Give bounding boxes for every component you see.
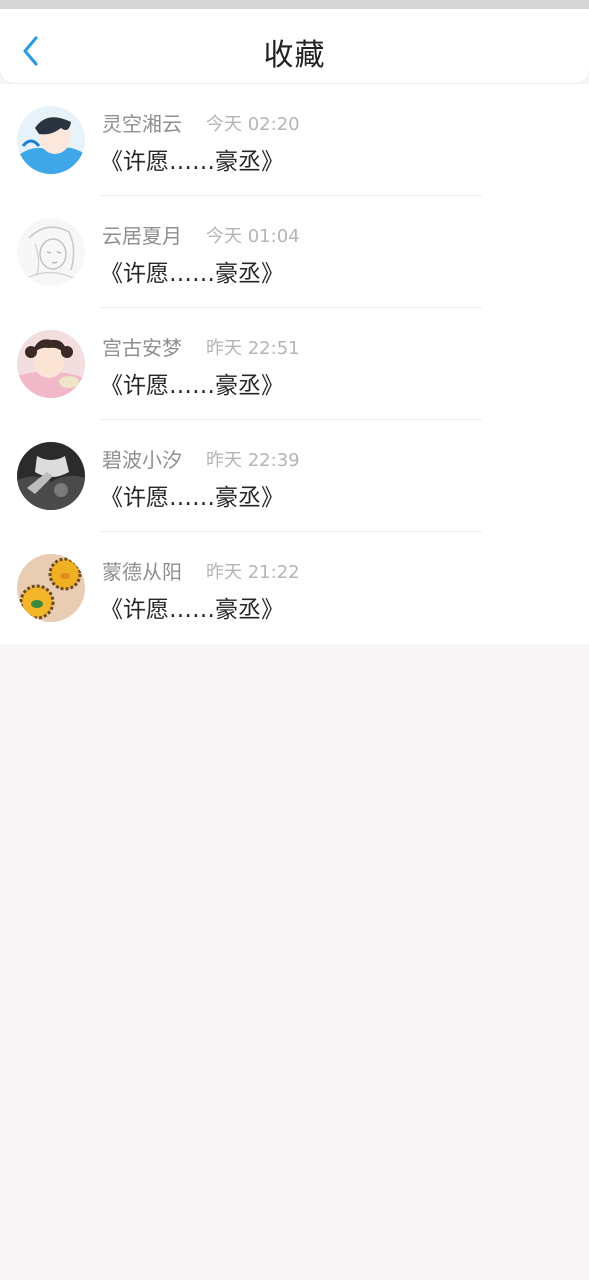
favorite-title: 《许愿……豪丞》	[100, 597, 284, 623]
favorite-item[interactable]: 云居夏月 今天 01:04 《许愿……豪丞》	[0, 196, 589, 308]
avatar[interactable]	[17, 218, 85, 286]
timestamp: 今天 02:20	[206, 114, 300, 135]
favorites-list: 灵空湘云 今天 02:20 《许愿……豪丞》 云居夏月 今天 01:04 《许愿…	[0, 84, 589, 644]
child-photo-avatar-icon	[17, 330, 85, 398]
favorite-title: 《许愿……豪丞》	[100, 261, 284, 287]
pastry-photo-avatar-icon	[17, 554, 85, 622]
author-name: 宫古安梦	[102, 336, 182, 360]
timestamp: 昨天 22:39	[206, 450, 300, 471]
timestamp: 今天 01:04	[206, 226, 300, 247]
avatar[interactable]	[17, 106, 85, 174]
top-bar: 收藏	[0, 9, 589, 83]
timestamp: 昨天 22:51	[206, 338, 300, 359]
favorite-item[interactable]: 碧波小汐 昨天 22:39 《许愿……豪丞》	[0, 420, 589, 532]
avatar[interactable]	[17, 330, 85, 398]
author-name: 蒙德从阳	[102, 560, 182, 584]
favorite-title: 《许愿……豪丞》	[100, 149, 284, 175]
avatar[interactable]	[17, 442, 85, 510]
anime-boy-blue-avatar-icon	[17, 106, 85, 174]
monochrome-photo-avatar-icon	[17, 442, 85, 510]
favorite-title: 《许愿……豪丞》	[100, 485, 284, 511]
page-title: 收藏	[263, 38, 326, 73]
favorite-item[interactable]: 蒙德从阳 昨天 21:22 《许愿……豪丞》	[0, 532, 589, 644]
favorite-title: 《许愿……豪丞》	[100, 373, 284, 399]
avatar[interactable]	[17, 554, 85, 622]
author-name: 云居夏月	[102, 224, 182, 248]
author-name: 灵空湘云	[102, 112, 182, 136]
timestamp: 昨天 21:22	[206, 562, 300, 583]
favorite-item[interactable]: 灵空湘云 今天 02:20 《许愿……豪丞》	[0, 84, 589, 196]
favorite-item[interactable]: 宫古安梦 昨天 22:51 《许愿……豪丞》	[0, 308, 589, 420]
status-bar	[0, 0, 589, 9]
sketch-girl-avatar-icon	[17, 218, 85, 286]
author-name: 碧波小汐	[102, 448, 182, 472]
